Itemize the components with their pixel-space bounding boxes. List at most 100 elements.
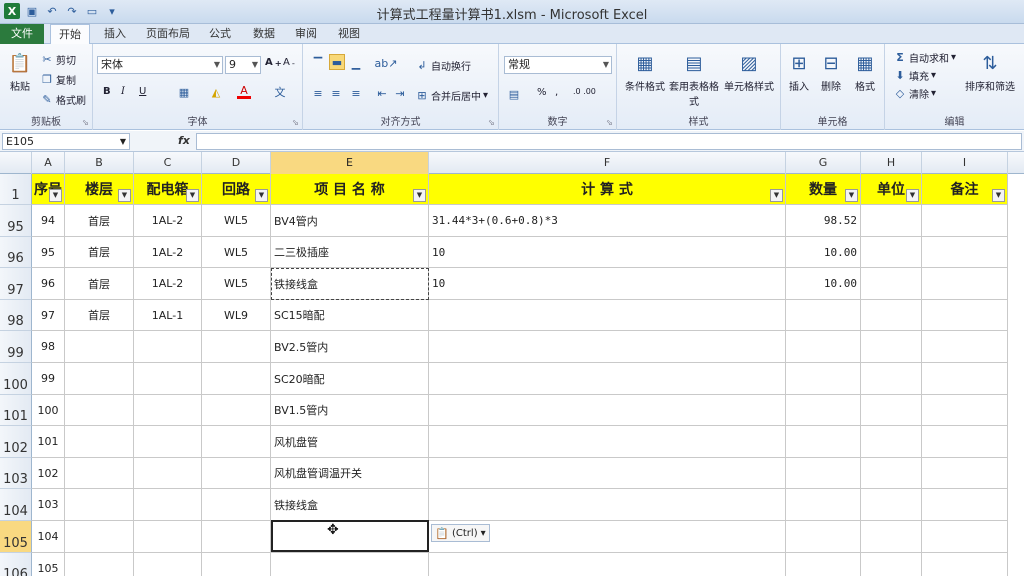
cell-d103[interactable] — [202, 458, 271, 489]
name-box[interactable]: E105 ▼ — [2, 133, 130, 150]
cell-f96[interactable]: 10 — [429, 237, 786, 268]
header-cell[interactable]: 楼层 ▼ — [65, 174, 134, 205]
cell-a101[interactable]: 100 — [32, 395, 65, 426]
row-header[interactable]: 95 — [0, 205, 32, 237]
cell-d96[interactable]: WL5 — [202, 237, 271, 268]
row-header[interactable]: 100 — [0, 363, 32, 395]
cell-i97[interactable] — [922, 268, 1008, 300]
cell-c106[interactable] — [134, 553, 202, 576]
cell-g98[interactable] — [786, 300, 861, 331]
filter-dropdown-icon[interactable]: ▼ — [118, 189, 131, 202]
wrap-text-button[interactable]: ↲ 自动换行 — [415, 58, 471, 73]
column-header-i[interactable]: I — [922, 152, 1008, 174]
cell-b96[interactable]: 首层 — [65, 237, 134, 268]
cell-e104[interactable]: 铁接线盒 — [271, 489, 429, 521]
cell-f103[interactable] — [429, 458, 786, 489]
column-header-b[interactable]: B — [65, 152, 134, 174]
accounting-format-button[interactable]: ▤ — [507, 87, 521, 101]
row-header[interactable]: 103 — [0, 458, 32, 489]
cell-g102[interactable] — [786, 426, 861, 458]
filter-dropdown-icon[interactable]: ▼ — [992, 189, 1005, 202]
cell-a97[interactable]: 96 — [32, 268, 65, 300]
header-cell[interactable]: 数量 ▼ — [786, 174, 861, 205]
cell-f99[interactable] — [429, 331, 786, 363]
align-top-button[interactable]: ▔ — [311, 56, 325, 70]
orientation-button[interactable]: ab↗ — [375, 56, 398, 70]
cell-f104[interactable] — [429, 489, 786, 521]
dialog-launcher-icon[interactable]: ⬂ — [488, 118, 495, 127]
row-header[interactable]: 97 — [0, 268, 32, 300]
cell-e96[interactable]: 二三极插座 — [271, 237, 429, 268]
cell-f106[interactable] — [429, 553, 786, 576]
cell-b100[interactable] — [65, 363, 134, 395]
cell-a104[interactable]: 103 — [32, 489, 65, 521]
phonetic-button[interactable]: 文 — [273, 85, 287, 99]
filter-dropdown-icon[interactable]: ▼ — [906, 189, 919, 202]
select-all-button[interactable] — [0, 152, 32, 174]
cell-b98[interactable]: 首层 — [65, 300, 134, 331]
cell-d102[interactable] — [202, 426, 271, 458]
cell-f102[interactable] — [429, 426, 786, 458]
align-center-button[interactable]: ≡ — [329, 86, 343, 100]
cell-h97[interactable] — [861, 268, 922, 300]
font-name-select[interactable]: 宋体 ▼ — [97, 56, 223, 74]
cell-e98[interactable]: SC15暗配 — [271, 300, 429, 331]
cell-c105[interactable] — [134, 521, 202, 553]
row-header[interactable]: 99 — [0, 331, 32, 363]
cut-button[interactable]: ✂ 剪切 — [40, 52, 76, 67]
cell-e97[interactable]: 铁接线盒 — [271, 268, 429, 300]
cell-b103[interactable] — [65, 458, 134, 489]
cell-g105[interactable] — [786, 521, 861, 553]
cell-b102[interactable] — [65, 426, 134, 458]
header-cell[interactable]: 项 目 名 称 ▼ — [271, 174, 429, 205]
cell-i106[interactable] — [922, 553, 1008, 576]
tab-insert[interactable]: 插入 — [96, 24, 134, 44]
insert-function-button[interactable]: fx — [178, 134, 190, 147]
underline-button[interactable]: U — [139, 86, 146, 97]
cell-b101[interactable] — [65, 395, 134, 426]
cell-a99[interactable]: 98 — [32, 331, 65, 363]
decrease-indent-button[interactable]: ⇤ — [375, 86, 389, 100]
clear-button[interactable]: ◇ 清除 ▾ — [893, 86, 936, 101]
filter-dropdown-icon[interactable]: ▼ — [49, 189, 62, 202]
fill-button[interactable]: ⬇ 填充 ▾ — [893, 68, 936, 83]
cell-a95[interactable]: 94 — [32, 205, 65, 237]
cell-d100[interactable] — [202, 363, 271, 395]
cell-a106[interactable]: 105 — [32, 553, 65, 576]
header-cell[interactable]: 单位 ▼ — [861, 174, 922, 205]
sort-filter-button[interactable]: ⇅ 排序和筛选 — [965, 50, 1015, 94]
header-cell[interactable]: 序号 ▼ — [32, 174, 65, 205]
row-header[interactable]: 105 — [0, 521, 32, 553]
tab-review[interactable]: 审阅 — [287, 24, 325, 44]
copy-button[interactable]: ❐ 复制 — [40, 72, 76, 87]
tab-page-layout[interactable]: 页面布局 — [138, 24, 198, 44]
cell-d101[interactable] — [202, 395, 271, 426]
paste-button[interactable]: 📋 粘贴 — [6, 50, 34, 94]
conditional-formatting-button[interactable]: ▦ 条件格式 — [623, 50, 667, 94]
cell-g96[interactable]: 10.00 — [786, 237, 861, 268]
column-header-f[interactable]: F — [429, 152, 786, 174]
column-header-h[interactable]: H — [861, 152, 922, 174]
cell-a105[interactable]: 104 — [32, 521, 65, 553]
tab-home[interactable]: 开始 — [50, 24, 90, 45]
cell-styles-button[interactable]: ▨ 单元格样式 — [721, 50, 777, 94]
cell-f95[interactable]: 31.44*3+(0.6+0.8)*3 — [429, 205, 786, 237]
column-header-c[interactable]: C — [134, 152, 202, 174]
cell-g100[interactable] — [786, 363, 861, 395]
cell-h103[interactable] — [861, 458, 922, 489]
cell-c95[interactable]: 1AL-2 — [134, 205, 202, 237]
cell-g103[interactable] — [786, 458, 861, 489]
cell-b106[interactable] — [65, 553, 134, 576]
cell-c99[interactable] — [134, 331, 202, 363]
italic-button[interactable]: I — [121, 86, 125, 97]
cell-d95[interactable]: WL5 — [202, 205, 271, 237]
merge-center-button[interactable]: ⊞ 合并后居中 ▾ — [415, 88, 488, 103]
header-cell[interactable]: 计 算 式 ▼ — [429, 174, 786, 205]
column-header-d[interactable]: D — [202, 152, 271, 174]
column-header-e[interactable]: E — [271, 152, 429, 174]
cell-h102[interactable] — [861, 426, 922, 458]
row-header[interactable]: 106 — [0, 553, 32, 576]
align-left-button[interactable]: ≡ — [311, 86, 325, 100]
filter-dropdown-icon[interactable]: ▼ — [845, 189, 858, 202]
cell-d98[interactable]: WL9 — [202, 300, 271, 331]
